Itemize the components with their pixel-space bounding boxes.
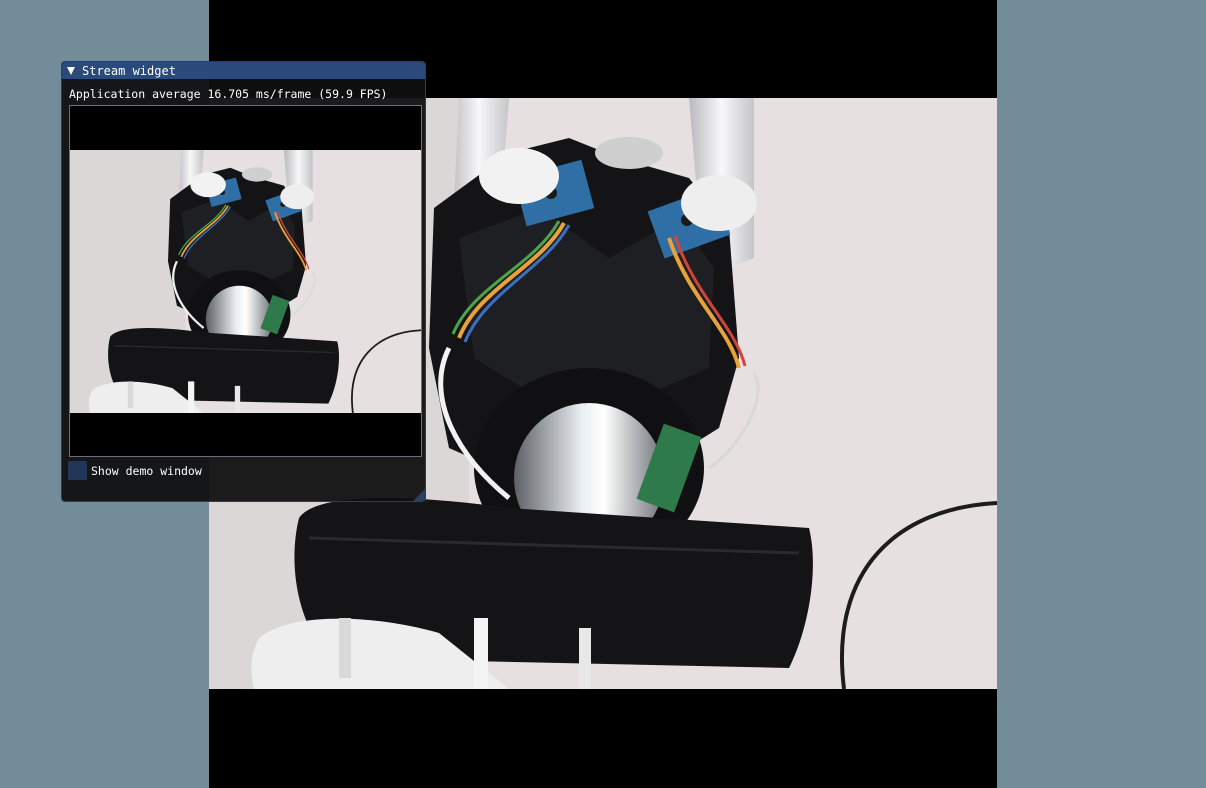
triangle-down-icon[interactable]: [67, 67, 75, 75]
show-demo-window-label: Show demo window: [91, 463, 202, 478]
stream-preview: [69, 105, 422, 457]
show-demo-window-checkbox[interactable]: [68, 461, 87, 480]
stream-preview-frame: [70, 150, 421, 413]
camera-thumbnail-image: [70, 150, 421, 413]
stream-widget-window[interactable]: Stream widget Application average 16.705…: [61, 61, 426, 502]
show-demo-window-toggle[interactable]: Show demo window: [68, 461, 202, 480]
resize-grip[interactable]: [413, 489, 425, 501]
fps-stats-text: Application average 16.705 ms/frame (59.…: [69, 87, 388, 101]
window-title: Stream widget: [82, 63, 176, 78]
window-title-bar[interactable]: Stream widget: [62, 62, 425, 79]
